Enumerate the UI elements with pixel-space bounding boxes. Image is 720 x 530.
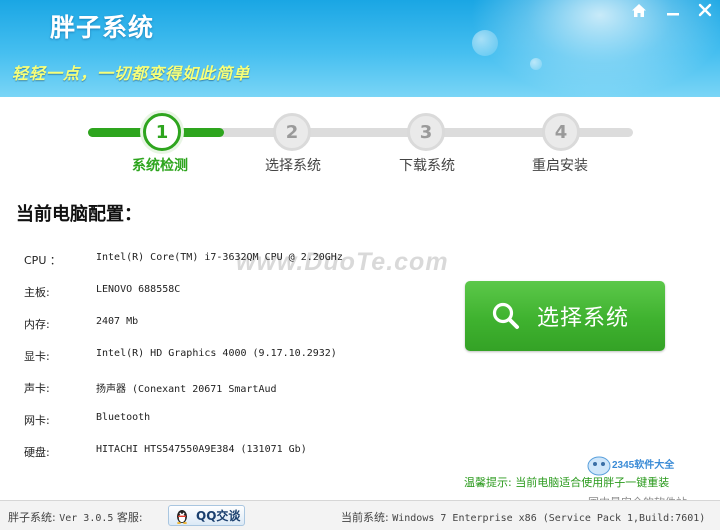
qq-chat-button[interactable]: QQ交谈 bbox=[168, 505, 245, 526]
config-key: 硬盘: bbox=[24, 446, 50, 459]
corner-logo-brand: 2345软件大全 bbox=[612, 460, 675, 471]
decorative-bubble bbox=[472, 30, 498, 56]
step-3-indicator: 3 bbox=[407, 113, 445, 151]
step-1-indicator: 1 bbox=[143, 113, 181, 151]
minimize-icon bbox=[667, 13, 679, 16]
support-label: 客服: bbox=[116, 511, 143, 524]
decorative-bubble bbox=[530, 58, 542, 70]
config-value: Intel(R) HD Graphics 4000 (9.17.10.2932) bbox=[96, 348, 337, 359]
select-system-label: 选择系统 bbox=[537, 306, 630, 331]
step-4-label: 重启安装 bbox=[532, 158, 588, 174]
home-icon bbox=[632, 3, 646, 17]
config-value: Intel(R) Core(TM) i7-3632QM CPU @ 2.20GH… bbox=[96, 252, 343, 263]
step-3-label: 下载系统 bbox=[399, 158, 455, 174]
version-text: Ver 3.0.5 bbox=[59, 513, 114, 524]
search-icon bbox=[492, 302, 519, 329]
config-key: CPU ： bbox=[24, 254, 61, 267]
version-info: 胖子系统: Ver 3.0.5 客服: bbox=[8, 509, 143, 525]
step-1-label: 系统检测 bbox=[132, 158, 188, 174]
app-name-label: 胖子系统: bbox=[8, 511, 56, 524]
config-key: 网卡: bbox=[24, 414, 50, 427]
step-2-number: 2 bbox=[285, 121, 299, 143]
config-value: LENOVO 688558C bbox=[96, 284, 181, 295]
step-4-indicator: 4 bbox=[542, 113, 580, 151]
header-banner: 胖子系统 轻轻一点，一切都变得如此简单 bbox=[0, 0, 720, 97]
config-key: 显卡: bbox=[24, 350, 50, 363]
minimize-button[interactable] bbox=[660, 0, 686, 20]
step-progress: 1 2 3 4 系统检测 选择系统 下载系统 重启安装 bbox=[0, 97, 720, 187]
select-system-button[interactable]: 选择系统 bbox=[465, 281, 665, 351]
config-key: 声卡: bbox=[24, 382, 50, 395]
qq-penguin-icon bbox=[177, 509, 187, 524]
step-4-number: 4 bbox=[554, 121, 568, 143]
home-button[interactable] bbox=[626, 0, 652, 20]
qq-chat-label: QQ交谈 bbox=[196, 509, 241, 523]
config-title: 当前电脑配置： bbox=[16, 204, 142, 225]
config-key: 主板: bbox=[24, 286, 50, 299]
status-bar: 胖子系统: Ver 3.0.5 客服: QQ交谈 当前系统: Windows 7… bbox=[0, 500, 720, 530]
close-icon bbox=[698, 3, 712, 17]
close-button[interactable] bbox=[692, 0, 718, 20]
os-label: 当前系统: bbox=[341, 511, 389, 524]
app-slogan: 轻轻一点，一切都变得如此简单 bbox=[12, 64, 251, 83]
config-value: 2407 Mb bbox=[96, 316, 139, 327]
config-value: HITACHI HTS547550A9E384 (131071 Gb) bbox=[96, 444, 307, 455]
step-1-number: 1 bbox=[155, 121, 169, 143]
current-os-info: 当前系统: Windows 7 Enterprise x86 (Service … bbox=[341, 509, 705, 525]
os-value: Windows 7 Enterprise x86 (Service Pack 1… bbox=[392, 513, 706, 524]
config-value: 扬声器 (Conexant 20671 SmartAud bbox=[96, 384, 277, 395]
tip-label: 温馨提示: bbox=[464, 476, 512, 489]
config-value: Bluetooth bbox=[96, 412, 151, 423]
step-2-label: 选择系统 bbox=[265, 158, 321, 174]
step-3-number: 3 bbox=[419, 121, 433, 143]
config-key: 内存: bbox=[24, 318, 50, 331]
step-2-indicator: 2 bbox=[273, 113, 311, 151]
mascot-icon bbox=[587, 456, 611, 476]
app-title: 胖子系统 bbox=[50, 13, 155, 42]
